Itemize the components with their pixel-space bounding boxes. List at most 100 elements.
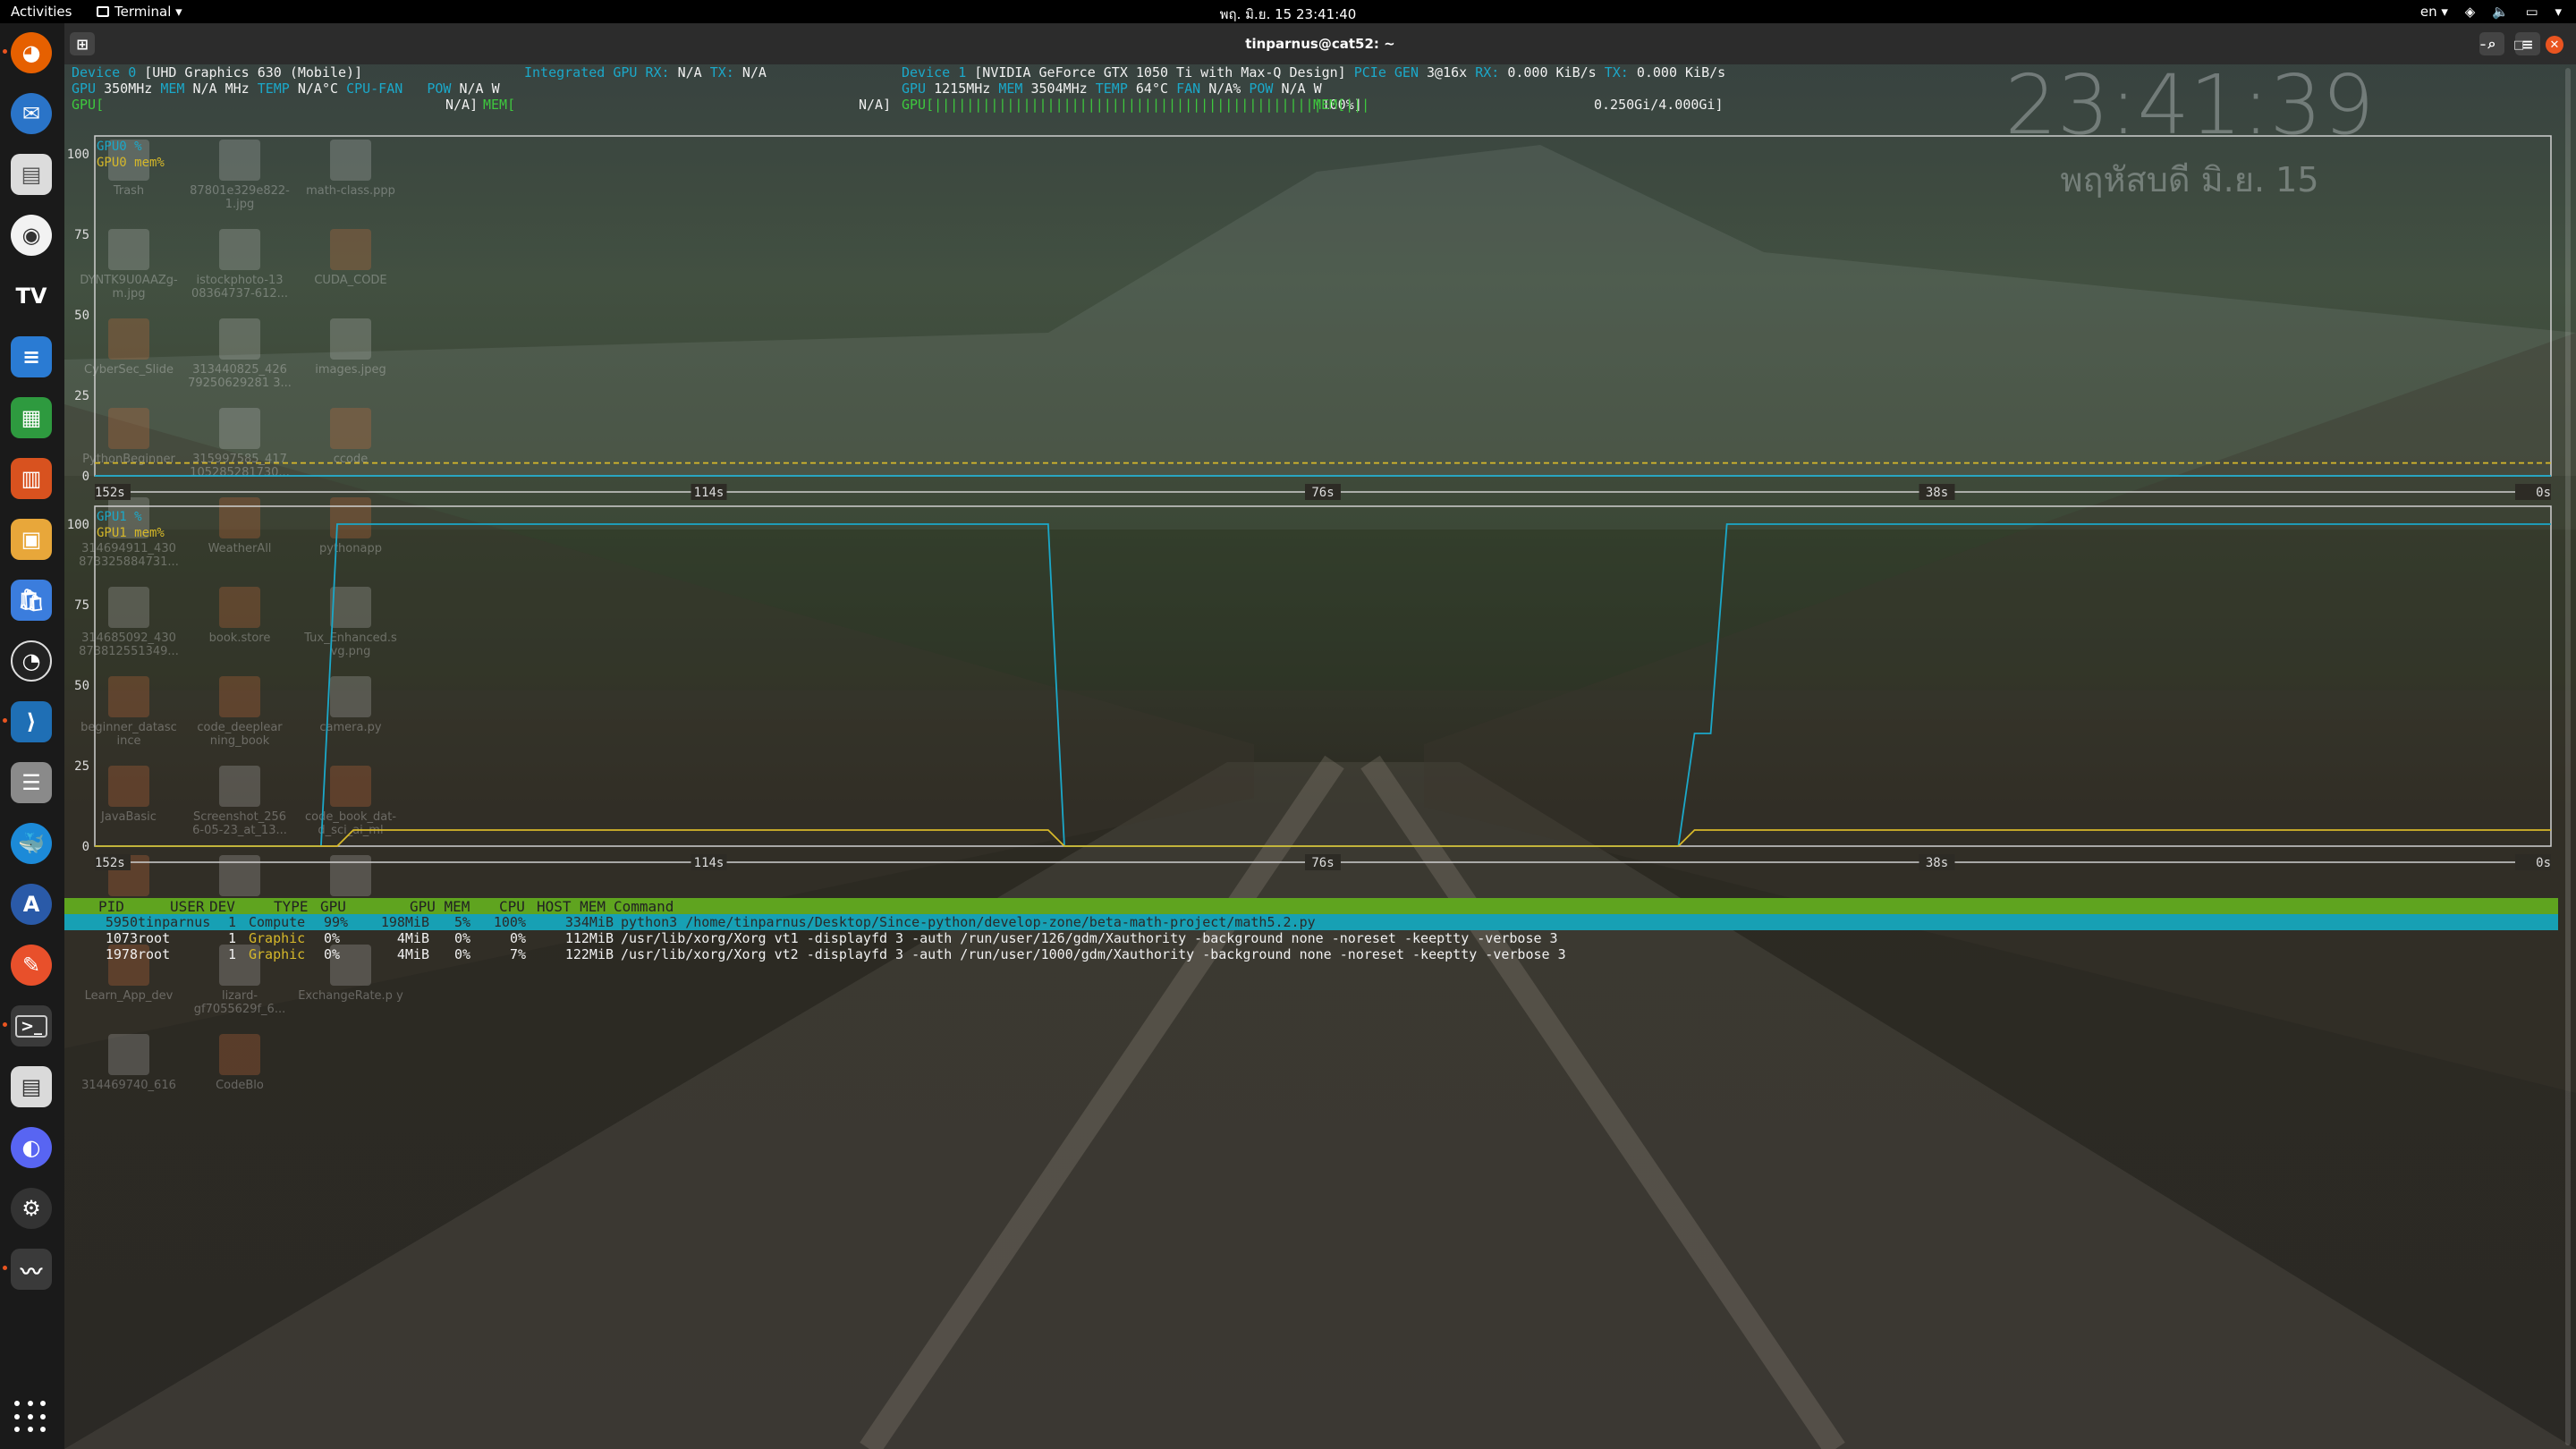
terminal-scrollbar[interactable] xyxy=(2565,68,2571,1445)
dev1-gpu-bar: GPU[||||||||||||||||||||||||||||||||||||… xyxy=(902,97,1362,113)
terminal-icon xyxy=(97,6,109,17)
network-icon[interactable]: ◈ xyxy=(2465,4,2476,20)
process-cpu: 100% xyxy=(493,914,526,930)
maximize-button[interactable]: □ xyxy=(2510,36,2528,54)
col-cpu[interactable]: CPU xyxy=(499,898,525,915)
col-dev[interactable]: DEV xyxy=(209,898,235,915)
dev1-device-label: Device 1 xyxy=(902,64,967,80)
software-icon[interactable]: 🛍 xyxy=(11,580,52,621)
legend-util: GPU1 % xyxy=(97,510,142,524)
x-tick-label: 114s xyxy=(694,486,724,500)
dev0-pow-label: POW xyxy=(427,80,452,97)
dev0-fan-label: CPU-FAN xyxy=(346,80,403,97)
battery-icon[interactable]: ▭ xyxy=(2526,4,2538,20)
col-host-mem[interactable]: HOST MEM xyxy=(537,898,606,915)
dev1-gpu-bar-fill: ||||||||||||||||||||||||||||||||||||||||… xyxy=(934,97,1322,113)
remote-desktop-icon[interactable]: ▤ xyxy=(11,1066,52,1107)
x-tick-label: 38s xyxy=(1926,486,1948,500)
app-grid-icon[interactable] xyxy=(14,1401,48,1435)
col-gpu-mem[interactable]: GPU MEM xyxy=(410,898,470,915)
dev0-mem-bar: MEM[ xyxy=(483,97,515,113)
language-indicator[interactable]: en ▾ xyxy=(2408,4,2448,20)
x-tick-label: 152s xyxy=(95,856,125,870)
col-type[interactable]: TYPE xyxy=(274,898,309,915)
x-tick-label: 152s xyxy=(95,486,125,500)
docker-icon[interactable]: 🐳 xyxy=(11,823,52,864)
thunderbird-icon[interactable]: ✉ xyxy=(11,93,52,134)
process-row[interactable]: 5950 tinparnus 1 Compute 99% 198MiB 5% 100% 334M… xyxy=(64,914,2558,930)
y-tick-label: 100 xyxy=(67,148,89,162)
col-command[interactable]: Command xyxy=(614,898,674,915)
dev0-gpu-bar-value: N/A] xyxy=(445,97,478,113)
minimize-button[interactable]: – xyxy=(2474,36,2492,54)
dev1-rx: 0.000 KiB/s xyxy=(1507,64,1597,80)
activities-button[interactable]: Activities xyxy=(11,4,72,20)
process-pid: 1073 xyxy=(105,930,138,946)
dev0-tx: N/A xyxy=(741,64,767,80)
col-user[interactable]: USER xyxy=(170,898,205,915)
dev1-mem-bar-fill: ||| xyxy=(1345,97,1370,113)
process-row[interactable]: 1073 root 1 Graphic 0% 4MiB 0% 0% 112MiB/usr/lib… xyxy=(64,930,2558,946)
close-button[interactable]: ✕ xyxy=(2546,36,2563,54)
y-tick-label: 25 xyxy=(74,389,89,403)
process-command: /usr/lib/xorg/Xorg vt1 -displayfd 3 -aut… xyxy=(621,930,1558,946)
dev1-name: [NVIDIA GeForce GTX 1050 Ti with Max-Q D… xyxy=(974,64,1346,80)
dev0-tx-label: TX: xyxy=(709,64,734,80)
x-tick-label: 0s xyxy=(2536,856,2551,870)
obs-icon[interactable]: ◔ xyxy=(11,640,52,682)
process-row[interactable]: 1978 root 1 Graphic 0% 4MiB 0% 7% 122MiB/usr/lib… xyxy=(64,946,2558,962)
process-gpu-mem-pct: 5% xyxy=(453,914,470,930)
process-type: Compute xyxy=(249,914,306,930)
calc-icon[interactable]: ▦ xyxy=(11,397,52,438)
volume-icon[interactable]: 🔈 xyxy=(2492,4,2509,20)
rhythmbox-icon[interactable]: ◉ xyxy=(11,215,52,256)
dev0-clock-line: GPU 350MHz MEM N/A MHz TEMP N/A°C CPU-FA… xyxy=(72,80,500,97)
system-tray[interactable]: en ▾ ◈ 🔈 ▭ ▾ xyxy=(2395,4,2562,20)
process-gpu: 0% xyxy=(324,930,341,946)
database-icon[interactable]: ☰ xyxy=(11,762,52,803)
dev1-temp: 64°C xyxy=(1135,80,1169,97)
terminal-dock-icon[interactable]: >_ xyxy=(3,1005,52,1046)
image-viewer-icon[interactable]: ▣ xyxy=(11,519,52,560)
clock[interactable]: พฤ. มิ.ย. 15 23:41:40 xyxy=(1163,4,1413,25)
dev0-gpu-bar-label: GPU[ xyxy=(72,97,105,113)
process-gpu: 0% xyxy=(324,946,341,962)
app-menu[interactable]: Terminal ▾ xyxy=(97,4,182,20)
vscode-icon[interactable]: ⟩ xyxy=(3,701,52,742)
process-dev: 1 xyxy=(227,946,236,962)
y-tick-label: 75 xyxy=(74,598,89,613)
tradingview-icon[interactable]: TV xyxy=(11,275,52,317)
power-menu-icon[interactable]: ▾ xyxy=(2555,4,2562,20)
col-gpu[interactable]: GPU xyxy=(320,898,346,915)
impress-icon[interactable]: ▥ xyxy=(11,458,52,499)
x-tick-label: 76s xyxy=(1311,856,1334,870)
dev1-mem-label: MEM xyxy=(998,80,1023,97)
process-gpu-mem-pct: 0% xyxy=(453,946,470,962)
settings-icon[interactable]: ⚙ xyxy=(11,1188,52,1229)
process-host-mem: 122MiB xyxy=(564,946,614,962)
app-menu-label: Terminal xyxy=(114,4,172,20)
process-pid: 5950 xyxy=(105,914,138,930)
discord-icon[interactable]: ◐ xyxy=(11,1127,52,1168)
files-icon[interactable]: ▤ xyxy=(11,154,52,195)
col-pid[interactable]: PID xyxy=(98,898,124,915)
plot-frame xyxy=(94,505,2552,847)
x-tick-label: 114s xyxy=(694,856,724,870)
system-monitor-icon[interactable]: 〰 xyxy=(3,1249,52,1290)
dev1-info-line: Device 1 [NVIDIA GeForce GTX 1050 Ti wit… xyxy=(902,64,1725,80)
process-host-mem: 112MiB xyxy=(564,930,614,946)
dev1-clock-line: GPU 1215MHz MEM 3504MHz TEMP 64°C FAN N/… xyxy=(902,80,1322,97)
process-user: root xyxy=(138,930,171,946)
postman-icon[interactable]: ✎ xyxy=(11,945,52,986)
window-title: tinparnus@cat52: ~ xyxy=(1245,36,1395,52)
dev1-temp-label: TEMP xyxy=(1095,80,1128,97)
firefox-icon[interactable]: ◕ xyxy=(3,32,52,73)
dev1-gpu-bar-label: GPU[ xyxy=(902,97,935,113)
anaconda-icon[interactable]: A xyxy=(11,884,52,925)
dev0-gpu-clock: 350MHz xyxy=(104,80,153,97)
dev0-mem-clock: N/A MHz xyxy=(192,80,250,97)
writer-icon[interactable]: ≡ xyxy=(11,336,52,377)
dev0-rx-label: RX: xyxy=(645,64,670,80)
dev1-pow-label: POW xyxy=(1249,80,1274,97)
terminal-window[interactable]: ⊞ tinparnus@cat52: ~ ⌕ ≡ – □ ✕ Trash 8780… xyxy=(64,23,2576,1449)
